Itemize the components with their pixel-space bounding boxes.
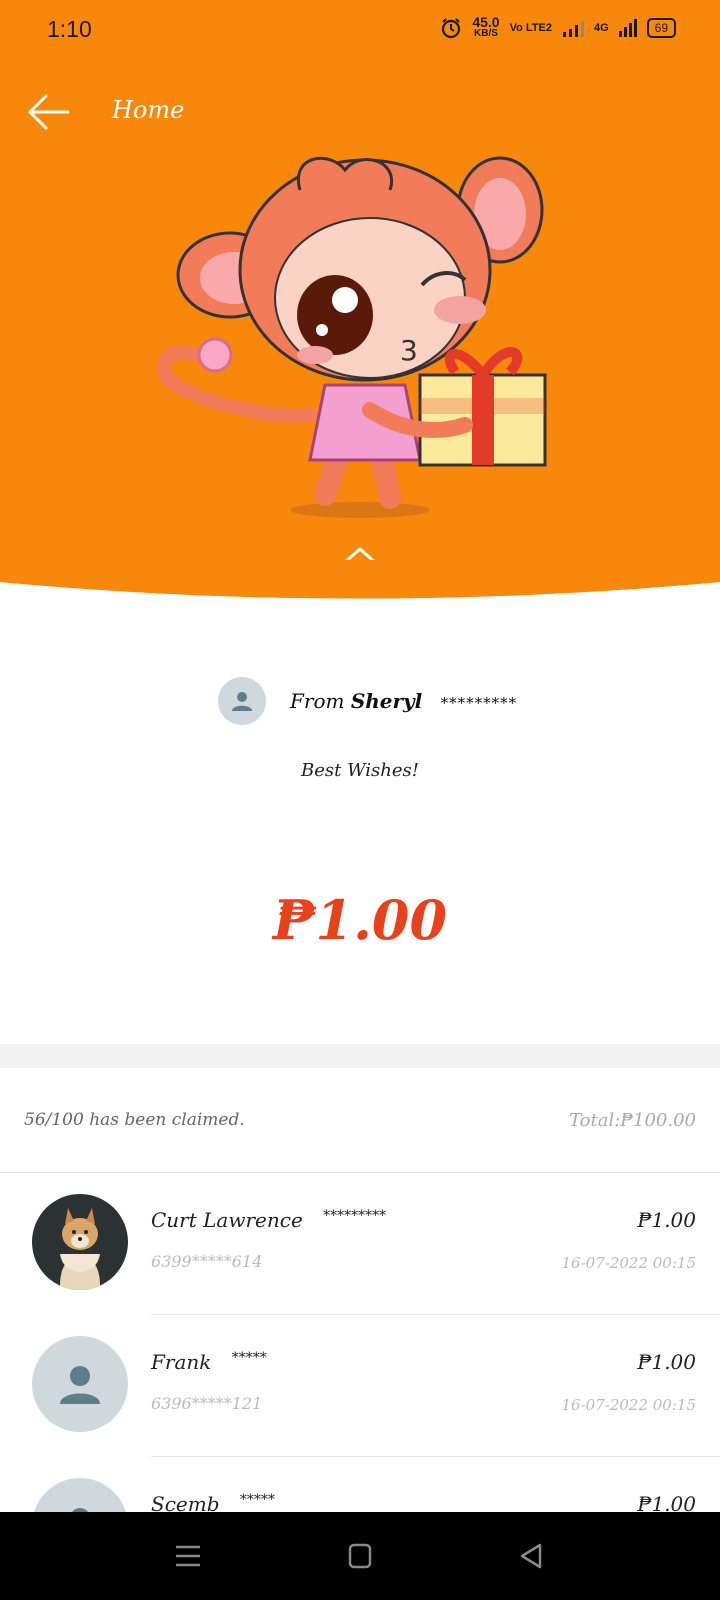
app-header: Home	[0, 86, 720, 140]
network-type: 4G	[593, 21, 609, 34]
summary-divider	[0, 1172, 720, 1173]
header-title[interactable]: Home	[112, 96, 184, 124]
signal-icon	[562, 21, 584, 37]
user-icon	[60, 1366, 100, 1404]
gift-message: Best Wishes!	[301, 760, 419, 781]
claimant-avatar	[32, 1194, 128, 1290]
back-triangle-icon[interactable]	[514, 1538, 550, 1574]
network-speed: 45.0 KB/S	[472, 14, 500, 39]
sender-text: From Sheryl *********	[290, 689, 518, 713]
back-arrow-icon[interactable]	[26, 92, 72, 132]
total-amount: Total:₱100.00	[569, 1110, 696, 1131]
claimed-count: 56/100 has been claimed.	[24, 1110, 245, 1130]
claimant-phone: 6396*****121	[151, 1394, 263, 1413]
sender-mask: *********	[440, 694, 518, 712]
status-bar: 1:10 45.0 KB/S Vo LTE2 4G 69	[0, 0, 720, 64]
claim-row[interactable]: Frank ***** 6396*****121 ₱1.00 16-07-202…	[0, 1318, 720, 1458]
section-divider	[0, 1044, 720, 1068]
monkey-gift-illustration: 3	[157, 156, 547, 518]
gift-banner: 1:10 45.0 KB/S Vo LTE2 4G 69 Home 3	[0, 0, 720, 600]
gift-amount: ₱1.00	[272, 888, 448, 952]
row-divider	[151, 1314, 720, 1315]
system-nav-bar	[0, 1512, 720, 1600]
dog-avatar-icon	[60, 1208, 100, 1290]
row-divider	[151, 1456, 720, 1457]
sender-avatar	[218, 677, 266, 725]
claim-amount: ₱1.00	[637, 1350, 696, 1374]
battery-indicator: 69	[646, 18, 676, 38]
sender-row: From Sheryl *********	[218, 676, 517, 726]
volte-indicator: Vo LTE2	[509, 21, 552, 34]
signal-4g-icon	[618, 19, 637, 37]
alarm-icon	[442, 18, 461, 39]
banner-curve	[0, 560, 720, 620]
claimant-name: Curt Lawrence *********	[151, 1208, 387, 1232]
sender-name: Sheryl	[350, 689, 423, 713]
status-icons: 45.0 KB/S Vo LTE2 4G 69	[440, 14, 676, 40]
user-icon	[232, 692, 252, 711]
home-square-icon[interactable]	[342, 1538, 378, 1574]
status-time: 1:10	[47, 16, 92, 42]
claim-date: 16-07-2022 00:15	[561, 1396, 696, 1414]
claimant-avatar	[32, 1336, 128, 1432]
claimant-phone: 6399*****614	[151, 1252, 263, 1271]
claim-row[interactable]: Curt Lawrence ********* 6399*****614 ₱1.…	[0, 1176, 720, 1316]
claimant-name: Frank *****	[151, 1350, 267, 1374]
svg-text:3: 3	[400, 334, 418, 367]
claim-date: 16-07-2022 00:15	[561, 1254, 696, 1272]
menu-icon[interactable]	[170, 1538, 206, 1574]
claim-amount: ₱1.00	[637, 1208, 696, 1232]
